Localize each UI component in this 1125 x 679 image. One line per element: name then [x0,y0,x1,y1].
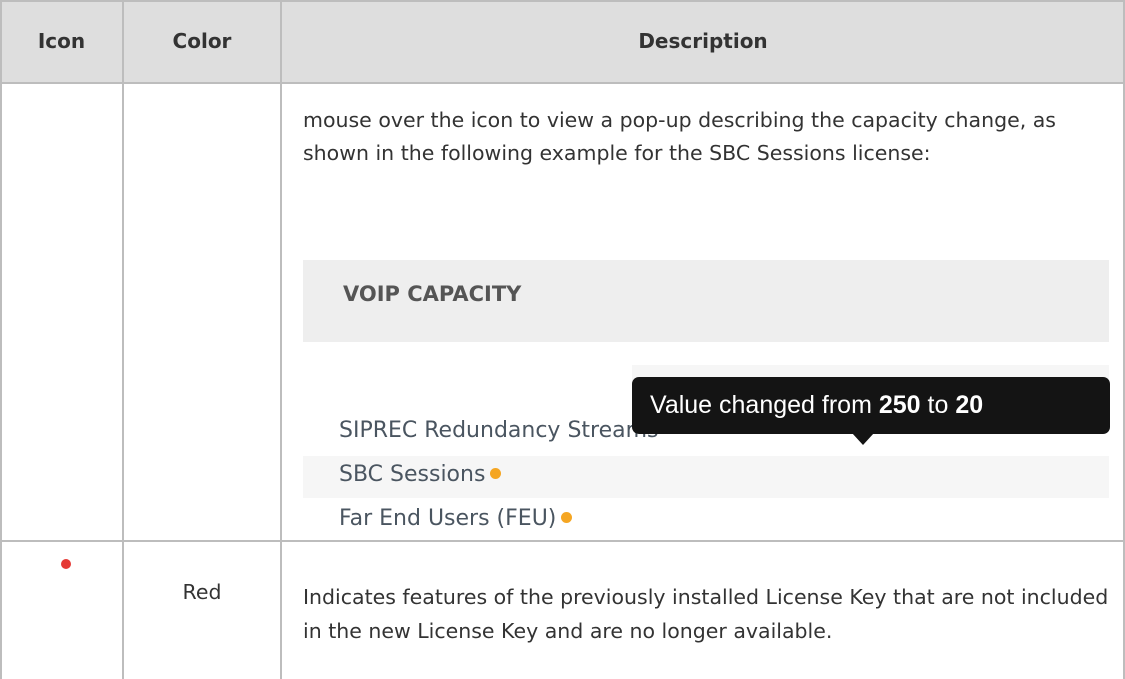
example-section-title: VOIP CAPACITY [343,282,522,306]
feature-label: SBC Sessions [339,462,486,487]
table-border [0,540,1125,542]
header-color: Color [172,29,232,53]
table-header: Icon Color Description [0,0,1125,82]
feature-sbc-sessions: SBC Sessions [339,462,502,487]
table-border [122,0,124,679]
header-description: Description [638,29,768,53]
license-icons-table: Icon Color Description mouse over the ic… [0,0,1125,679]
red-dot-icon [61,559,71,569]
changed-dot-icon[interactable] [561,511,573,523]
table-border [0,0,1125,2]
tooltip-arrow-icon [852,433,874,445]
table-border [0,0,2,679]
feature-far-end-users: Far End Users (FEU) [339,506,573,531]
table-border [0,82,1125,84]
feature-label: Far End Users (FEU) [339,506,557,531]
row1-description: mouse over the icon to view a pop-up des… [303,108,1056,165]
table-border [280,0,282,679]
capacity-change-tooltip: Value changed from 250 to 20 [632,377,1110,434]
header-icon: Icon [37,29,86,53]
row2-color: Red [182,580,222,604]
row2-description: Indicates features of the previously ins… [303,585,1109,643]
feature-siprec-redundancy-streams: SIPREC Redundancy Streams [339,418,659,443]
changed-dot-icon[interactable] [490,467,502,479]
